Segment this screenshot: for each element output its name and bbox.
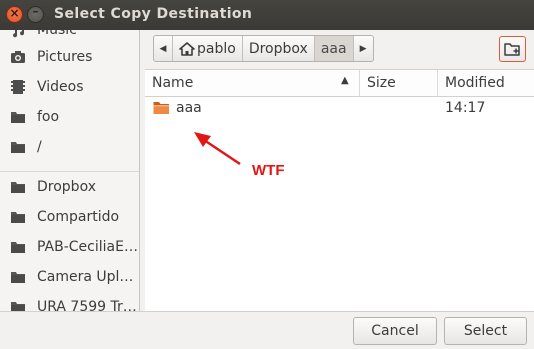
folder-orange-icon: [153, 102, 169, 114]
folder-icon: [11, 112, 25, 123]
path-segment-dropbox[interactable]: Dropbox: [243, 36, 315, 61]
camera-icon: [11, 51, 25, 63]
column-header-name[interactable]: Name ▲: [145, 70, 360, 97]
folder-icon: [11, 242, 25, 253]
sidebar-item-label: Compartido: [37, 209, 120, 225]
folder-icon: [11, 272, 25, 283]
new-folder-icon: [504, 42, 520, 56]
title-bar: × – Select Copy Destination: [0, 0, 534, 30]
close-icon: ×: [9, 6, 20, 20]
dialog-button-bar: Cancel Select: [0, 311, 534, 349]
sidebar-item-label: Camera Uplo…: [37, 269, 140, 285]
music-icon: [13, 30, 25, 38]
select-button[interactable]: Select: [444, 317, 527, 345]
path-bar: ◀ pablo Dropbox aaa ▶: [153, 35, 374, 62]
path-segment-aaa[interactable]: aaa: [314, 36, 354, 61]
path-segment-label: Dropbox: [248, 40, 308, 57]
sidebar-item-label: PAB-CeciliaE…: [37, 239, 138, 255]
column-header-label: Modified: [445, 75, 505, 91]
path-scroll-left-button[interactable]: ◀: [154, 36, 173, 61]
path-scroll-right-button[interactable]: ▶: [354, 36, 373, 61]
sort-ascending-icon: ▲: [341, 75, 349, 86]
sidebar-item-root[interactable]: /: [0, 132, 139, 162]
folder-icon: [11, 142, 25, 153]
sidebar-item-dropbox[interactable]: Dropbox: [0, 172, 139, 202]
sidebar-item-label: /: [37, 139, 42, 155]
minimize-button[interactable]: –: [27, 4, 44, 23]
path-segment-home[interactable]: pablo: [173, 36, 243, 61]
file-modified: 14:17: [445, 100, 486, 116]
sidebar-item-pictures[interactable]: Pictures: [0, 42, 139, 72]
table-row[interactable]: aaa 14:17: [145, 97, 534, 119]
sidebar-item-label: Music: [37, 30, 77, 38]
sidebar-item-foo[interactable]: foo: [0, 102, 139, 132]
column-header-modified[interactable]: Modified: [438, 70, 534, 97]
folder-icon: [11, 212, 25, 223]
file-name: aaa: [176, 100, 202, 116]
create-folder-button[interactable]: [499, 36, 526, 62]
sidebar-item-label: foo: [37, 109, 60, 125]
sidebar-item-pab-cecilia[interactable]: PAB-CeciliaE…: [0, 232, 139, 262]
close-button[interactable]: ×: [6, 6, 23, 23]
sidebar-item-label: URA 7599 Tr…: [37, 299, 137, 311]
sidebar-item-label: Dropbox: [37, 179, 96, 195]
sidebar-item-videos[interactable]: Videos: [0, 72, 139, 102]
sidebar-item-compartido[interactable]: Compartido: [0, 202, 139, 232]
film-icon: [11, 80, 25, 94]
column-header-label: Size: [367, 75, 396, 91]
chevron-left-icon: ◀: [159, 43, 167, 54]
sidebar-item-label: Videos: [37, 79, 84, 95]
folder-icon: [11, 182, 25, 193]
folder-icon: [11, 302, 25, 311]
home-icon: [179, 41, 195, 56]
minimize-icon: –: [32, 4, 39, 18]
column-header-label: Name: [152, 75, 194, 91]
path-segment-label: aaa: [320, 40, 347, 57]
column-header-size[interactable]: Size: [360, 70, 438, 97]
cancel-button[interactable]: Cancel: [353, 317, 437, 345]
sidebar-item-label: Pictures: [37, 49, 93, 65]
file-list[interactable]: Name ▲ Size Modified aaa 14:17: [145, 69, 534, 311]
chevron-right-icon: ▶: [359, 43, 367, 54]
window-title: Select Copy Destination: [54, 6, 253, 22]
path-segment-label: pablo: [197, 40, 236, 57]
places-sidebar: Music Pictures Videos foo / Dropbox Comp…: [0, 30, 140, 311]
sidebar-item-camera-uploads[interactable]: Camera Uplo…: [0, 262, 140, 292]
sidebar-item-ura[interactable]: URA 7599 Tr…: [0, 292, 139, 311]
annotation-text: WTF: [252, 162, 285, 179]
